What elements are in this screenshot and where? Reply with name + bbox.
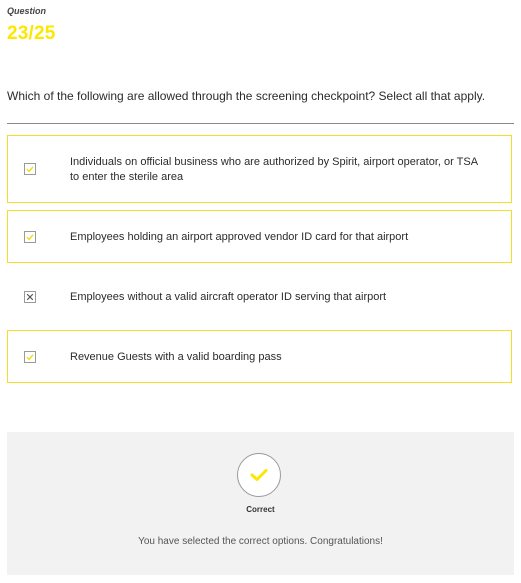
result-title: Correct	[246, 505, 275, 514]
checkbox-checked[interactable]	[24, 231, 36, 243]
result-message: You have selected the correct options. C…	[138, 536, 383, 547]
checkmark-icon	[26, 234, 34, 241]
quiz-page: Question 23/25 Which of the following ar…	[0, 0, 521, 583]
divider	[7, 123, 514, 124]
checkbox-checked[interactable]	[24, 163, 36, 175]
checkbox-incorrect[interactable]	[24, 291, 36, 303]
result-panel: Correct You have selected the correct op…	[7, 432, 514, 575]
option-label: Employees without a valid aircraft opera…	[70, 291, 387, 303]
option-2[interactable]: Employees holding an airport approved ve…	[7, 210, 512, 263]
question-label: Question	[7, 6, 47, 16]
option-4[interactable]: Revenue Guests with a valid boarding pas…	[7, 330, 512, 383]
question-counter: 23/25	[7, 23, 56, 44]
option-label: Employees holding an airport approved ve…	[70, 231, 409, 243]
x-mark-icon	[26, 293, 34, 301]
result-badge	[237, 453, 281, 497]
checkmark-icon	[250, 469, 268, 481]
checkmark-icon	[26, 166, 34, 173]
question-text: Which of the following are allowed throu…	[7, 89, 486, 103]
option-label: Individuals on official business who are…	[70, 156, 478, 183]
option-3[interactable]: Employees without a valid aircraft opera…	[7, 270, 512, 323]
checkmark-icon	[26, 354, 34, 361]
checkbox-checked[interactable]	[24, 351, 36, 363]
option-label: Revenue Guests with a valid boarding pas…	[70, 351, 282, 363]
option-1[interactable]: Individuals on official business who are…	[7, 135, 512, 203]
